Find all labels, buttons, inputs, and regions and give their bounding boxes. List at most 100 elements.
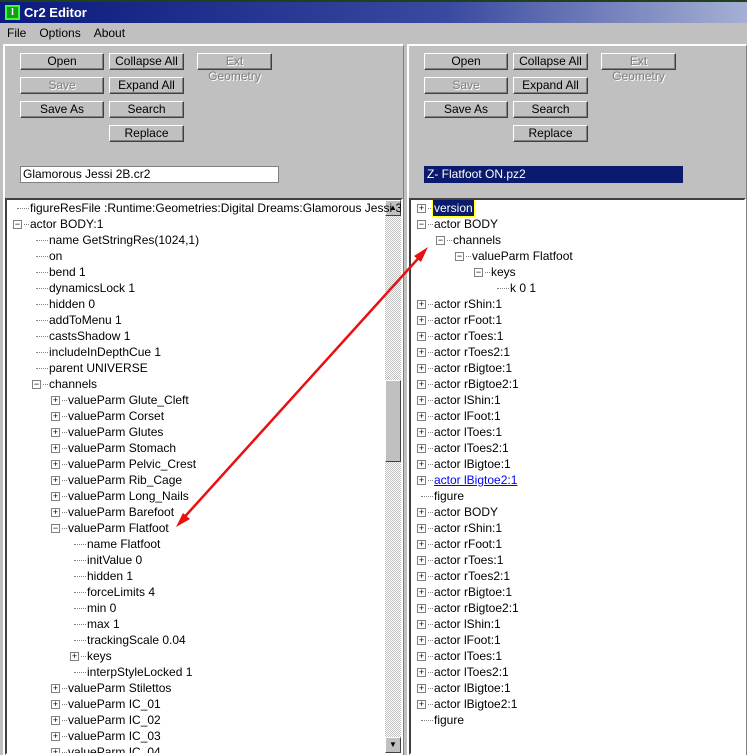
tree-node-label[interactable]: actor lBigtoe:1 (433, 680, 512, 696)
collapse-icon[interactable]: − (13, 220, 22, 229)
tree-node-label[interactable]: forceLimits 4 (86, 584, 156, 600)
expand-icon[interactable]: + (51, 428, 60, 437)
tree-node-label[interactable]: min 0 (86, 600, 117, 616)
collapse-all-button[interactable]: Collapse All (109, 53, 184, 70)
expand-icon[interactable]: + (51, 412, 60, 421)
tree-node[interactable]: + actor rToes2:1 (411, 568, 744, 584)
tree-node[interactable]: + actor lToes:1 (411, 424, 744, 440)
tree-node[interactable]: − channels (411, 232, 744, 248)
expand-icon[interactable]: + (417, 316, 426, 325)
tree-node[interactable]: − valueParm Flatfoot (411, 248, 744, 264)
expand-icon[interactable]: + (51, 508, 60, 517)
tree-node-label[interactable]: actor rBigtoe:1 (433, 584, 513, 600)
tree-node-label[interactable]: actor rFoot:1 (433, 312, 503, 328)
expand-icon[interactable]: + (417, 540, 426, 549)
tree-node-label[interactable]: actor rShin:1 (433, 520, 503, 536)
tree-node[interactable]: + actor rToes:1 (411, 328, 744, 344)
tree-node[interactable]: + actor rBigtoe2:1 (411, 600, 744, 616)
tree-node-label[interactable]: valueParm Flatfoot (471, 248, 574, 264)
tree-node[interactable]: + actor lBigtoe2:1 (411, 472, 744, 488)
tree-node-label[interactable]: channels (452, 232, 502, 248)
tree-node-label[interactable]: interpStyleLocked 1 (86, 664, 193, 680)
tree-node[interactable]: + valueParm Corset (7, 408, 401, 424)
tree-node-label[interactable]: keys (490, 264, 517, 280)
expand-icon[interactable]: + (417, 444, 426, 453)
expand-icon[interactable]: + (417, 364, 426, 373)
tree-node[interactable]: name GetStringRes(1024,1) (7, 232, 401, 248)
tree-node[interactable]: + valueParm Long_Nails (7, 488, 401, 504)
collapse-icon[interactable]: − (32, 380, 41, 389)
tree-node-label[interactable]: actor lToes:1 (433, 648, 503, 664)
tree-node-label[interactable]: actor rToes2:1 (433, 344, 511, 360)
open-button[interactable]: Open (20, 53, 104, 70)
replace-button[interactable]: Replace (513, 125, 588, 142)
expand-icon[interactable]: + (51, 732, 60, 741)
tree-node-label[interactable]: actor rToes:1 (433, 552, 504, 568)
tree-node[interactable]: trackingScale 0.04 (7, 632, 401, 648)
expand-icon[interactable]: + (417, 524, 426, 533)
collapse-icon[interactable]: − (455, 252, 464, 261)
menu-file[interactable]: File (3, 26, 32, 40)
tree-node[interactable]: initValue 0 (7, 552, 401, 568)
tree-node-label[interactable]: actor lToes2:1 (433, 440, 510, 456)
tree-node-label[interactable]: hidden 0 (48, 296, 96, 312)
tree-node[interactable]: + actor lFoot:1 (411, 408, 744, 424)
tree-node[interactable]: + valueParm Stomach (7, 440, 401, 456)
tree-node-label[interactable]: actor lToes:1 (433, 424, 503, 440)
tree-node[interactable]: − actor BODY:1 (7, 216, 401, 232)
tree-node-label[interactable]: castsShadow 1 (48, 328, 131, 344)
left-tree-view[interactable]: ▲ ▼ figureResFile :Runtime:Geometries:Di… (5, 198, 403, 755)
tree-node[interactable]: + actor rToes2:1 (411, 344, 744, 360)
tree-node-label[interactable]: actor rFoot:1 (433, 536, 503, 552)
collapse-icon[interactable]: − (474, 268, 483, 277)
tree-node-label[interactable]: valueParm Stilettos (67, 680, 172, 696)
tree-node[interactable]: figureResFile :Runtime:Geometries:Digita… (7, 200, 401, 216)
replace-button[interactable]: Replace (109, 125, 184, 142)
tree-node-label[interactable]: actor rBigtoe2:1 (433, 376, 520, 392)
tree-node-label[interactable]: version (432, 200, 475, 217)
tree-node-label[interactable]: k 0 1 (509, 280, 537, 296)
expand-icon[interactable]: + (417, 332, 426, 341)
tree-node[interactable]: + version (411, 200, 744, 217)
expand-icon[interactable]: + (417, 460, 426, 469)
tree-node-label[interactable]: valueParm Flatfoot (67, 520, 170, 536)
tree-node-label[interactable]: bend 1 (48, 264, 87, 280)
tree-node[interactable]: figure (411, 712, 744, 728)
tree-node[interactable]: + valueParm IC_02 (7, 712, 401, 728)
tree-node[interactable]: + actor lBigtoe:1 (411, 680, 744, 696)
tree-node-label[interactable]: actor BODY (433, 216, 499, 232)
tree-node-label[interactable]: valueParm Glute_Cleft (67, 392, 190, 408)
expand-icon[interactable]: + (417, 684, 426, 693)
tree-node[interactable]: + actor lBigtoe:1 (411, 456, 744, 472)
expand-icon[interactable]: + (417, 508, 426, 517)
tree-node-label[interactable]: actor lBigtoe2:1 (433, 696, 518, 712)
tree-node[interactable]: + actor lToes2:1 (411, 664, 744, 680)
tree-node[interactable]: + valueParm Glute_Cleft (7, 392, 401, 408)
menu-about[interactable]: About (90, 26, 131, 40)
tree-node-label[interactable]: actor rBigtoe2:1 (433, 600, 520, 616)
tree-node-label[interactable]: channels (48, 376, 98, 392)
expand-icon[interactable]: + (417, 380, 426, 389)
expand-icon[interactable]: + (417, 428, 426, 437)
tree-node-label[interactable]: valueParm IC_01 (67, 696, 162, 712)
tree-node[interactable]: dynamicsLock 1 (7, 280, 401, 296)
tree-node-label[interactable]: actor lBigtoe2:1 (433, 472, 518, 488)
menu-options[interactable]: Options (35, 26, 86, 40)
tree-node-label[interactable]: actor rToes:1 (433, 328, 504, 344)
tree-node[interactable]: − keys (411, 264, 744, 280)
expand-icon[interactable]: + (417, 204, 426, 213)
tree-node-label[interactable]: valueParm Barefoot (67, 504, 175, 520)
tree-node-label[interactable]: valueParm Stomach (67, 440, 177, 456)
expand-icon[interactable]: + (51, 460, 60, 469)
expand-icon[interactable]: + (51, 716, 60, 725)
tree-node[interactable]: + actor rBigtoe:1 (411, 360, 744, 376)
tree-node[interactable]: + actor rBigtoe:1 (411, 584, 744, 600)
expand-icon[interactable]: + (417, 300, 426, 309)
tree-node[interactable]: interpStyleLocked 1 (7, 664, 401, 680)
tree-node[interactable]: − valueParm Flatfoot (7, 520, 401, 536)
tree-node[interactable]: on (7, 248, 401, 264)
tree-node[interactable]: + valueParm IC_01 (7, 696, 401, 712)
tree-node[interactable]: + valueParm Stilettos (7, 680, 401, 696)
tree-node-label[interactable]: actor lFoot:1 (433, 632, 502, 648)
expand-icon[interactable]: + (51, 684, 60, 693)
